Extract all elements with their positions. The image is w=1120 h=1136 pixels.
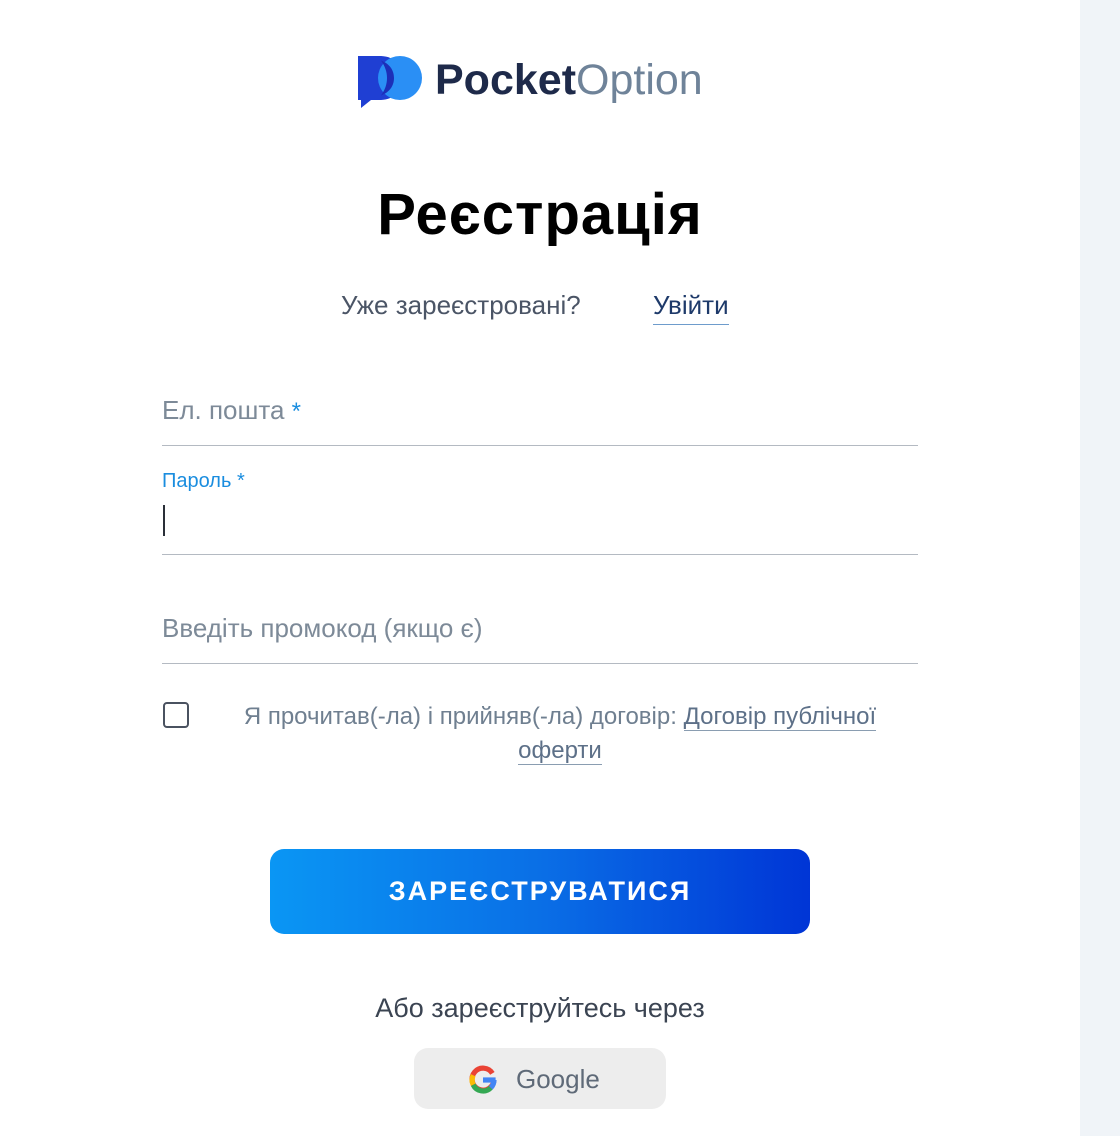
page-title: Реєстрація bbox=[377, 182, 703, 247]
google-icon bbox=[469, 1065, 497, 1094]
password-input[interactable] bbox=[162, 502, 918, 542]
already-registered-text: Уже зареєстровані? bbox=[341, 290, 581, 320]
side-panel bbox=[1080, 0, 1120, 1136]
pocket-option-logo[interactable]: PocketOption bbox=[356, 52, 726, 112]
logo-mark-icon bbox=[358, 56, 422, 108]
google-signup-button[interactable]: Google bbox=[414, 1048, 666, 1109]
login-link[interactable]: Увійти bbox=[653, 287, 729, 325]
logo-text-light: Option bbox=[576, 56, 703, 104]
agreement-label: Я прочитав(-ла) і прийняв(-ла) договір: bbox=[243, 703, 677, 730]
google-label: Google bbox=[516, 1064, 600, 1094]
register-button[interactable]: ЗАРЕЄСТРУВАТИСЯ bbox=[270, 849, 810, 934]
logo-text-bold: Pocket bbox=[435, 56, 577, 104]
email-field: Ел. пошта * bbox=[162, 380, 918, 446]
password-label-text: Пароль bbox=[162, 470, 232, 492]
agreement-checkbox[interactable] bbox=[163, 702, 189, 728]
password-required-mark: * bbox=[236, 470, 245, 492]
promo-code-input[interactable] bbox=[162, 608, 918, 648]
agreement-text: Я прочитав(-ла) і прийняв(-ла) договір: … bbox=[210, 700, 910, 768]
promo-code-field: Введіть промокод (якщо є) bbox=[162, 598, 918, 664]
logo-wordmark: PocketOption bbox=[435, 54, 703, 106]
email-input[interactable] bbox=[162, 390, 918, 430]
password-label: Пароль * bbox=[162, 468, 245, 494]
social-signup-prompt: Або зареєструйтесь через bbox=[375, 993, 705, 1023]
text-caret bbox=[163, 505, 165, 536]
password-field: Пароль * bbox=[162, 462, 918, 555]
